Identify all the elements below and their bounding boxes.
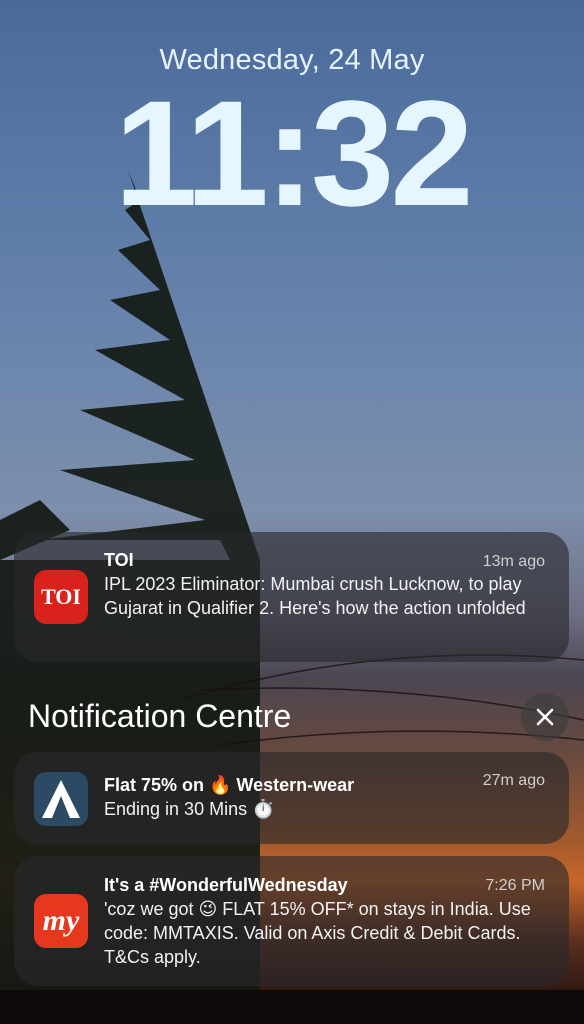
ajio-app-icon [34,772,88,826]
notification-time: 7:26 PM [485,877,545,894]
notification-toi[interactable]: TOI TOI 13m ago IPL 2023 Eliminator: Mum… [14,532,569,662]
close-icon [536,708,554,726]
notification-time: 27m ago [482,772,545,789]
notification-title: Flat 75% on 🔥 Western-wear [104,775,355,795]
notification-centre-title: Notification Centre [28,698,292,734]
notification-title: It's a #WonderfulWednesday [104,875,348,895]
toi-logo-text: TOI [41,584,81,609]
lockscreen-time: 11:32 [114,69,473,237]
notification-makemytrip[interactable]: my It's a #WonderfulWednesday 7:26 PM 'c… [14,856,569,986]
notification-body: IPL 2023 Eliminator: Mumbai crush Luckno… [104,574,526,618]
notification-ajio[interactable]: Flat 75% on 🔥 Western-wear 27m ago Endin… [14,752,569,844]
clear-notifications-button[interactable] [521,693,569,741]
notification-body: 'coz we got 😉 FLAT 15% OFF* on stays in … [104,899,531,967]
makemytrip-app-icon: my [34,894,88,948]
notification-title: TOI [104,550,134,570]
notification-body: Ending in 30 Mins ⏱️ [104,799,275,819]
toi-app-icon: TOI [34,570,88,624]
ajio-a-logo [42,780,80,818]
makemytrip-logo-text: my [42,904,80,937]
notification-time: 13m ago [482,553,545,570]
